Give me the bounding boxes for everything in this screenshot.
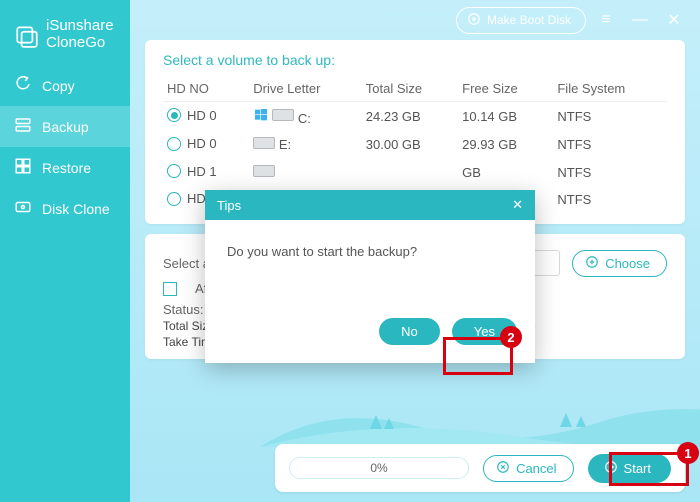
footer-bar: 0% Cancel Start [275,444,685,492]
start-label: Start [624,461,651,476]
dialog-header: Tips ✕ [205,190,535,220]
dialog-yes-button[interactable]: Yes [452,318,517,345]
nav-copy[interactable]: Copy [0,65,130,106]
file-system: NTFS [553,186,667,214]
nav-diskclone-label: Disk Clone [42,201,110,217]
disc-icon [467,12,481,29]
boot-label: Make Boot Disk [487,13,571,27]
free-size: 10.14 GB [458,102,553,132]
cancel-button[interactable]: Cancel [483,455,573,482]
table-row[interactable]: HD 1 GBNTFS [163,159,667,187]
dialog-title: Tips [217,198,241,213]
total-size: 30.00 GB [362,131,458,159]
table-row[interactable]: HD 0 C: 24.23 GB10.14 GBNTFS [163,102,667,132]
volume-radio[interactable]: HD 0 [167,108,217,123]
minimize-button[interactable]: — [626,6,654,34]
dialog-message: Do you want to start the backup? [205,220,535,310]
file-system: NTFS [553,131,667,159]
no-label: No [401,324,418,339]
volumes-heading: Select a volume to back up: [163,52,667,68]
cancel-icon [496,460,510,477]
drive-letter: C: [298,111,311,126]
drive-icon [253,137,275,149]
total-size: 24.23 GB [362,102,458,132]
col-drive: Drive Letter [249,76,362,102]
col-fs: File System [553,76,667,102]
start-button[interactable]: Start [588,454,671,483]
choose-button[interactable]: Choose [572,250,667,277]
progress-text: 0% [370,461,387,475]
logo-icon [14,22,40,48]
hd-no: HD 0 [187,136,217,151]
app-title-1: iSunshare [46,18,114,35]
make-boot-disk-button[interactable]: Make Boot Disk [456,7,586,34]
app-title-2: CloneGo [46,35,114,52]
after-checkbox[interactable] [163,281,183,297]
table-row[interactable]: HD 0 E: 30.00 GB29.93 GBNTFS [163,131,667,159]
menu-button[interactable]: ≡ [592,6,620,34]
backup-icon [14,116,32,137]
drive-letter: E: [279,137,291,152]
close-icon: ✕ [512,197,523,212]
hd-no: HD 1 [187,164,217,179]
file-system: NTFS [553,102,667,132]
cancel-label: Cancel [516,461,556,476]
close-button[interactable]: ✕ [660,6,688,34]
nav-restore-label: Restore [42,160,91,176]
nav-backup[interactable]: Backup [0,106,130,147]
scenery [260,387,700,447]
nav-restore[interactable]: Restore [0,147,130,188]
diskclone-icon [14,198,32,219]
plus-icon [585,255,599,272]
volume-radio[interactable]: HD 1 [167,164,217,179]
hd-no: HD 0 [187,108,217,123]
play-icon [604,460,618,477]
col-total: Total Size [362,76,458,102]
nav-backup-label: Backup [42,119,89,135]
nav-diskclone[interactable]: Disk Clone [0,188,130,229]
progress-bar: 0% [289,457,469,479]
dialog-no-button[interactable]: No [379,318,440,345]
free-size: 29.93 GB [458,131,553,159]
drive-icon [253,107,294,123]
tips-dialog: Tips ✕ Do you want to start the backup? … [205,190,535,363]
dialog-close-button[interactable]: ✕ [512,197,523,213]
free-size: GB [458,159,553,187]
yes-label: Yes [474,324,495,339]
col-free: Free Size [458,76,553,102]
restore-icon [14,157,32,178]
sidebar: iSunshare CloneGo Copy Backup Restore Di… [0,0,130,502]
titlebar: Make Boot Disk ≡ — ✕ [130,0,700,40]
close-icon: ✕ [667,10,680,30]
copy-icon [14,75,32,96]
select-dest-label: Select a [163,256,210,271]
volume-radio[interactable]: HD 0 [167,136,217,151]
col-hdno: HD NO [163,76,249,102]
app-logo: iSunshare CloneGo [0,10,130,65]
menu-icon: ≡ [601,11,610,29]
choose-label: Choose [605,256,650,271]
total-size [362,159,458,187]
nav-copy-label: Copy [42,78,75,94]
minimize-icon: — [632,11,648,29]
file-system: NTFS [553,159,667,187]
drive-icon [253,165,275,177]
